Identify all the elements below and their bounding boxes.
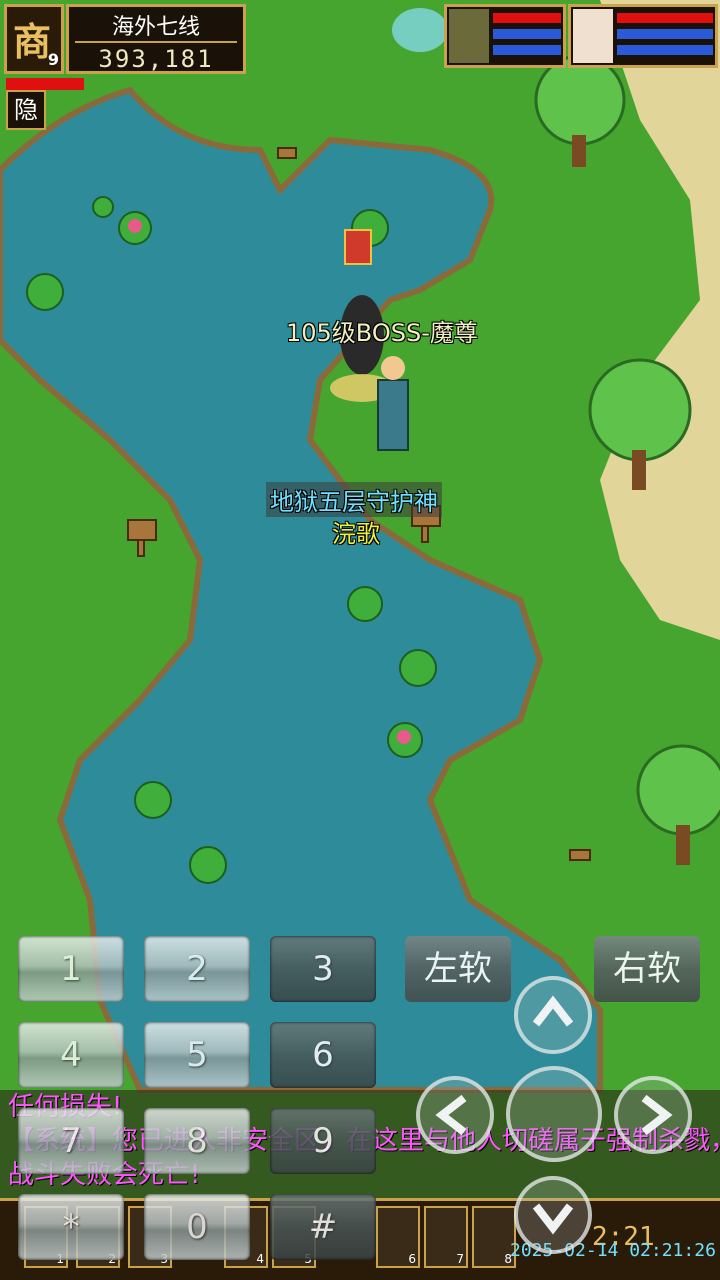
- dpad-center-button[interactable]: [506, 1066, 602, 1162]
- dpad-up-button[interactable]: [514, 976, 592, 1054]
- npc-title-label: 地狱五层守护神: [266, 482, 442, 517]
- key-9[interactable]: 9: [270, 1108, 376, 1174]
- key-8[interactable]: 8: [144, 1108, 250, 1174]
- key-hash[interactable]: #: [270, 1194, 376, 1260]
- left-soft-key[interactable]: 左软: [405, 936, 511, 1002]
- key-4[interactable]: 4: [18, 1022, 124, 1088]
- key-3[interactable]: 3: [270, 936, 376, 1002]
- boss-name-label: 105级BOSS-魔尊: [286, 319, 478, 347]
- chevron-right-icon: [641, 1094, 673, 1136]
- gold-amount: 393,181: [98, 45, 214, 73]
- hide-button[interactable]: 隐: [6, 90, 46, 130]
- server-name: 海外七线: [111, 15, 200, 40]
- pet-avatar-icon: [449, 9, 489, 63]
- player-mp-bar: [617, 29, 713, 39]
- player-level: 9: [47, 50, 59, 69]
- player-badge[interactable]: 商 9: [4, 4, 64, 74]
- key-1[interactable]: 1: [18, 936, 124, 1002]
- pet-portrait[interactable]: [444, 4, 566, 68]
- player-avatar-icon: [573, 9, 613, 63]
- pet-exp-bar: [493, 45, 561, 55]
- server-panel: 海外七线 393,181: [66, 4, 246, 74]
- chevron-left-icon: [435, 1094, 467, 1136]
- player-hp-bar: [6, 78, 84, 90]
- skill-slot-7[interactable]: 7: [424, 1206, 468, 1268]
- dpad-left-button[interactable]: [416, 1076, 494, 1154]
- npc-name-label: 浣歌: [332, 520, 380, 548]
- chevron-up-icon: [532, 995, 574, 1027]
- divider: [75, 41, 237, 43]
- player-hp-bar-top: [617, 13, 713, 23]
- player-exp-bar: [617, 45, 713, 55]
- game-map[interactable]: [0, 0, 720, 1280]
- badge-glyph: 商: [13, 19, 52, 64]
- key-0[interactable]: 0: [144, 1194, 250, 1260]
- key-star[interactable]: *: [18, 1194, 124, 1260]
- key-6[interactable]: 6: [270, 1022, 376, 1088]
- pet-mp-bar: [493, 29, 561, 39]
- pet-hp-bar: [493, 13, 561, 23]
- key-5[interactable]: 5: [144, 1022, 250, 1088]
- dpad-down-button[interactable]: [514, 1176, 592, 1254]
- right-soft-key[interactable]: 右软: [594, 936, 700, 1002]
- chevron-down-icon: [532, 1203, 574, 1235]
- flag-icon[interactable]: 6: [376, 1206, 420, 1268]
- key-7[interactable]: 7: [18, 1108, 124, 1174]
- dpad-right-button[interactable]: [614, 1076, 692, 1154]
- key-2[interactable]: 2: [144, 936, 250, 1002]
- player-portrait[interactable]: [568, 4, 718, 68]
